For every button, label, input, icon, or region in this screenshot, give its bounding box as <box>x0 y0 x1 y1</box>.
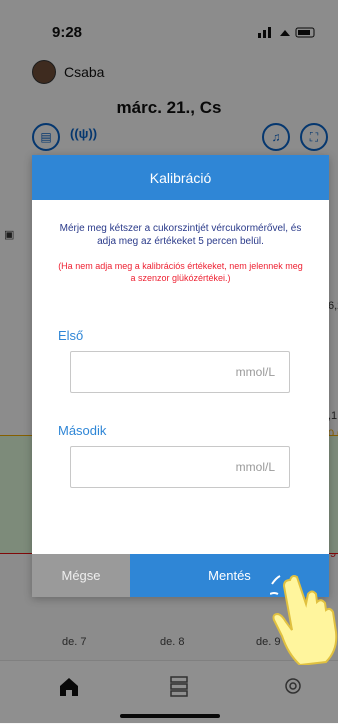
dialog-body: Mérje meg kétszer a cukorszintjét vércuk… <box>32 222 329 488</box>
first-field-label: Első <box>58 328 84 343</box>
cancel-button[interactable]: Mégse <box>32 554 130 597</box>
dialog-warning: (Ha nem adja meg a kalibrációs értékeket… <box>58 261 303 283</box>
calibration-dialog: Kalibráció Mérje meg kétszer a cukorszin… <box>32 155 329 597</box>
dialog-title: Kalibráció <box>32 155 329 200</box>
first-field[interactable] <box>70 351 290 393</box>
second-value-input[interactable] <box>71 446 277 488</box>
tap-hint-hand-icon <box>270 575 338 665</box>
dialog-message: Mérje meg kétszer a cukorszintjét vércuk… <box>59 223 302 247</box>
first-value-input[interactable] <box>71 351 277 393</box>
second-field-label: Második <box>58 423 107 438</box>
second-field[interactable] <box>70 446 290 488</box>
